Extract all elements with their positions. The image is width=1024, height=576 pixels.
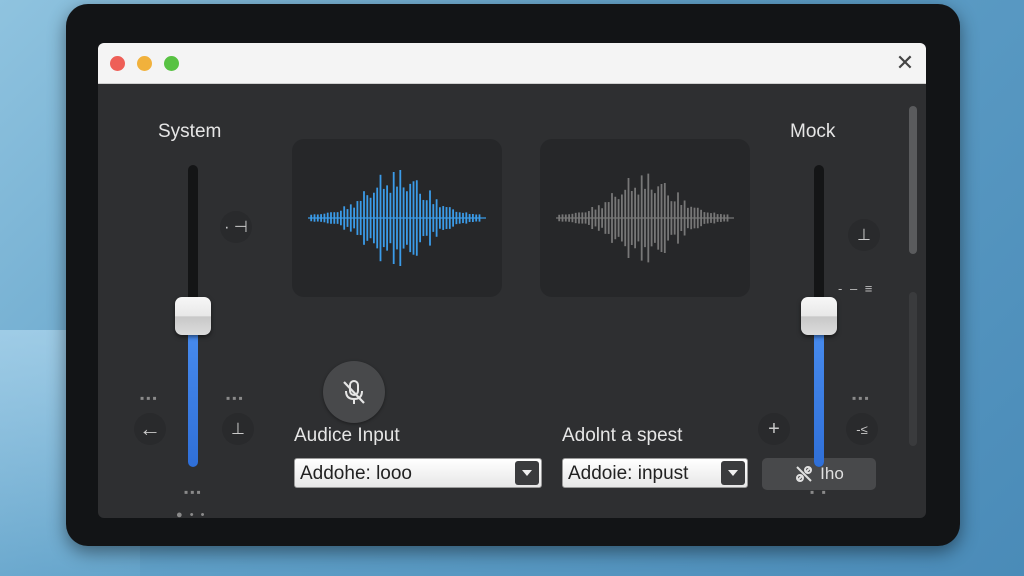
chevron-down-icon: [515, 461, 539, 485]
output-section-label: Adolnt a spest: [562, 425, 683, 446]
close-icon[interactable]: ✕: [894, 52, 916, 74]
page-indicator[interactable]: ● • •: [176, 509, 206, 518]
inactive-waveform-icon: [556, 173, 734, 263]
scrollbar-track: [909, 292, 917, 446]
input-device-value: Addohe: looo: [300, 463, 412, 484]
left-dots-indicator: ▪▪▪: [140, 391, 159, 405]
output-device-select[interactable]: Addoie: inpust: [562, 458, 748, 488]
zoom-traffic-light[interactable]: [164, 56, 179, 71]
audio-mixer-window: ✕ System · ⊣ ▪▪▪ ▪▪▪ ← ⊥ ▪▪▪ ● • • Audic…: [98, 43, 926, 518]
inactive-waveform-panel: [540, 139, 750, 297]
mic-off-icon: [343, 380, 365, 404]
title-bar: ✕: [98, 43, 926, 84]
right-volume-knob[interactable]: [801, 297, 837, 335]
left-bottom-dots: ▪▪▪: [184, 485, 203, 499]
left-adjust-icon[interactable]: ⊥: [222, 413, 254, 445]
vertical-scrollbar[interactable]: [909, 106, 917, 446]
minimize-traffic-light[interactable]: [137, 56, 152, 71]
active-waveform-icon: [308, 170, 486, 266]
input-device-select[interactable]: Addohe: looo: [294, 458, 542, 488]
right-adjust-icon[interactable]: -≤: [846, 413, 878, 445]
right-side-tick-icon: - ‒ ≡: [838, 281, 875, 296]
left-top-tick-icon[interactable]: · ⊣: [220, 211, 252, 243]
unlink-button-label: Iho: [820, 464, 844, 483]
left-channel-label: System: [158, 121, 222, 142]
mixer-content: System · ⊣ ▪▪▪ ▪▪▪ ← ⊥ ▪▪▪ ● • • Audice …: [98, 83, 926, 518]
right-add-icon[interactable]: +: [758, 413, 790, 445]
input-section-label: Audice Input: [294, 425, 400, 446]
close-traffic-light[interactable]: [110, 56, 125, 71]
right-volume-fill: [814, 316, 824, 467]
right-top-tick-icon[interactable]: ⊥: [848, 219, 880, 251]
right-dots-indicator: ▪▪▪: [852, 391, 871, 405]
back-arrow-icon[interactable]: ←: [134, 413, 166, 445]
left-volume-fill: [188, 316, 198, 467]
chevron-down-icon: [721, 461, 745, 485]
left-dots-indicator-right: ▪▪▪: [226, 391, 245, 405]
scrollbar-thumb[interactable]: [909, 106, 917, 254]
mute-microphone-button[interactable]: [323, 361, 385, 423]
unlink-icon: [796, 466, 813, 482]
left-volume-knob[interactable]: [175, 297, 211, 335]
active-waveform-panel: [292, 139, 502, 297]
output-device-value: Addoie: inpust: [568, 463, 689, 484]
right-bottom-dots: ▪ ▪: [810, 485, 828, 499]
right-channel-label: Mock: [790, 121, 836, 142]
